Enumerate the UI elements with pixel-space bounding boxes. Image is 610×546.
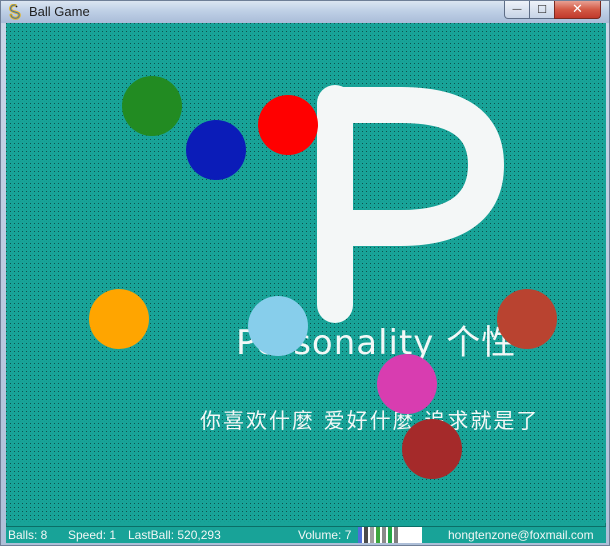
game-canvas[interactable]: Personality 个性 你喜欢什麼 爱好什麼 追求就是了 Balls: 8… <box>6 23 606 543</box>
ball-red[interactable] <box>258 95 318 155</box>
volume-bar <box>358 527 362 543</box>
minimize-icon: — <box>512 4 522 15</box>
close-icon: ✕ <box>572 2 583 17</box>
ball-green[interactable] <box>122 76 182 136</box>
ball-magenta[interactable] <box>377 354 437 414</box>
volume-bar <box>376 527 380 543</box>
window-title: Ball Game <box>29 4 90 19</box>
volume-bar <box>388 527 392 543</box>
volume-bar <box>370 527 374 543</box>
snake-icon <box>9 4 21 20</box>
ball-brick-red[interactable] <box>497 289 557 349</box>
title-bar[interactable]: Ball Game — ☐ ✕ <box>1 1 609 23</box>
app-window: Ball Game — ☐ ✕ Personality 个性 你喜欢什麼 爱好什… <box>0 0 610 546</box>
contact-email: hongtenzone@foxmail.com <box>448 528 594 542</box>
status-bar: Balls: 8 Speed: 1 LastBall: 520,293 Volu… <box>6 526 606 543</box>
ball-count: Balls: 8 <box>8 528 48 542</box>
volume-bar <box>364 527 368 543</box>
volume-bar <box>382 527 386 543</box>
volume-readout: Volume: 7 <box>298 528 352 542</box>
ball-blue[interactable] <box>186 120 246 180</box>
minimize-button[interactable]: — <box>504 1 530 19</box>
ball-orange[interactable] <box>89 289 149 349</box>
maximize-button[interactable]: ☐ <box>529 1 555 19</box>
volume-bar <box>394 527 398 543</box>
maximize-icon: ☐ <box>537 3 547 16</box>
background-pattern <box>6 23 606 523</box>
speed-readout: Speed: 1 <box>68 528 117 542</box>
volume-meter[interactable] <box>358 527 422 543</box>
ball-dark-red[interactable] <box>402 419 462 479</box>
tagline-chinese: 你喜欢什麼 爱好什麼 追求就是了 <box>200 409 540 433</box>
last-ball-readout: LastBall: 520,293 <box>128 528 221 542</box>
ball-light-blue[interactable] <box>248 296 308 356</box>
close-button[interactable]: ✕ <box>554 1 601 19</box>
